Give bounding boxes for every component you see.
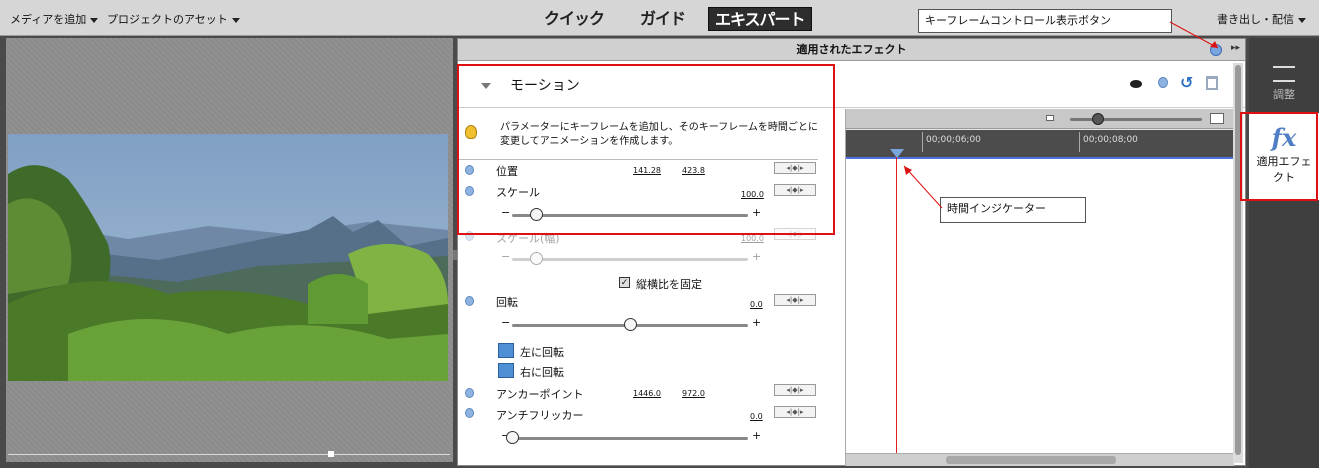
time-ruler[interactable]: 00;00;06;00 00;00;08;00 [846, 130, 1234, 158]
stopwatch-icon[interactable] [465, 408, 474, 418]
eye-icon[interactable] [1130, 80, 1142, 88]
project-assets-menu[interactable]: プロジェクトのアセット [107, 11, 240, 27]
callout-arrow [903, 165, 943, 209]
ruler-label: 00;00;06;00 [926, 135, 981, 145]
anchor-y-value[interactable]: 972.0 [682, 389, 705, 398]
rotation-value[interactable]: 0.0 [750, 300, 763, 309]
anchor-point-label: アンカーポイント [496, 388, 584, 401]
annotation-box-applied-effects [1240, 112, 1318, 201]
slider-knob[interactable] [624, 318, 637, 331]
plus-icon: + [752, 316, 762, 329]
antiflicker-value[interactable]: 0.0 [750, 412, 763, 421]
time-indicator-handle[interactable] [890, 149, 904, 158]
time-indicator-line [896, 157, 897, 457]
right-panel-bar: 調整 fx 適用エフェクト [1249, 38, 1319, 468]
antiflicker-slider[interactable]: − + [496, 429, 762, 445]
slider-track[interactable] [512, 437, 748, 440]
add-media-label: メディアを追加 [10, 13, 87, 26]
zoom-out-icon[interactable] [1046, 115, 1054, 121]
rotation-slider[interactable]: − + [496, 316, 762, 332]
minus-icon: − [501, 316, 511, 329]
timeline-toolbar [846, 109, 1234, 129]
stopwatch-icon[interactable] [1158, 77, 1168, 88]
plus-icon: + [752, 429, 762, 442]
double-chevron-right-icon[interactable]: ▸▸ [1231, 43, 1240, 53]
scrollbar-thumb[interactable] [946, 456, 1116, 464]
preview-scrubber-handle[interactable] [328, 451, 334, 457]
stopwatch-icon[interactable] [465, 388, 474, 398]
panel-title: 適用されたエフェクト [458, 39, 1245, 61]
keyframe-button-callout: キーフレームコントロール表示ボタン [918, 9, 1172, 33]
stopwatch-icon[interactable] [465, 296, 474, 306]
chevron-down-icon [1298, 17, 1306, 23]
add-media-menu[interactable]: メディアを追加 [10, 11, 99, 27]
rotate-left-icon[interactable] [498, 343, 514, 358]
rotation-label: 回転 [496, 296, 518, 309]
adjust-button[interactable]: 調整 [1255, 66, 1313, 102]
ruler-tick [922, 132, 923, 152]
export-share-menu[interactable]: 書き出し・配信 [1217, 11, 1306, 27]
rotate-right-icon[interactable] [498, 363, 514, 378]
slider-track [512, 258, 748, 261]
chevron-down-icon [90, 17, 99, 23]
ruler-label: 00;00;08;00 [1083, 135, 1138, 145]
rotate-left-button[interactable]: 左に回転 [520, 344, 564, 360]
adjust-label: 調整 [1273, 88, 1295, 101]
chevron-down-icon [231, 17, 240, 23]
antiflicker-label: アンチフリッカー [496, 409, 584, 422]
ruler-tick [1079, 132, 1080, 152]
time-indicator-callout: 時間インジケーター [940, 197, 1086, 223]
keep-aspect-checkbox[interactable]: ✓ [619, 277, 630, 288]
keep-aspect-label: 縦横比を固定 [636, 278, 702, 291]
annotation-box-motion [457, 64, 835, 235]
keyframe-nav-control[interactable]: ◂|◆|▸ [774, 294, 816, 306]
slider-knob[interactable] [506, 431, 519, 444]
anchor-x-value[interactable]: 1446.0 [633, 389, 661, 398]
reset-icon[interactable]: ↺ [1180, 73, 1193, 92]
zoom-in-icon[interactable] [1210, 113, 1224, 124]
plus-icon: + [752, 250, 762, 263]
sliders-icon [1273, 66, 1295, 82]
minus-icon: − [501, 250, 511, 263]
mode-guided[interactable]: ガイド [634, 7, 691, 31]
zoom-slider-knob[interactable] [1092, 113, 1104, 125]
callout-arrow [1169, 21, 1219, 49]
preview-scrubber-track[interactable] [8, 454, 450, 455]
zoom-slider-track[interactable] [1070, 118, 1202, 121]
mode-expert[interactable]: エキスパート [708, 7, 812, 31]
keyframe-nav-control[interactable]: ◂|◆|▸ [774, 384, 816, 396]
mode-quick[interactable]: クイック [538, 7, 610, 31]
scale-width-value: 100.0 [741, 234, 764, 243]
trash-icon[interactable] [1206, 76, 1218, 90]
project-assets-label: プロジェクトのアセット [107, 13, 228, 26]
preview-image [8, 134, 448, 381]
scale-width-slider: − + [496, 250, 762, 266]
keyframe-nav-control[interactable]: ◂|◆|▸ [774, 406, 816, 418]
slider-knob [529, 252, 543, 265]
rotate-right-button[interactable]: 右に回転 [520, 364, 564, 380]
timeline-horizontal-scrollbar[interactable] [846, 453, 1234, 466]
